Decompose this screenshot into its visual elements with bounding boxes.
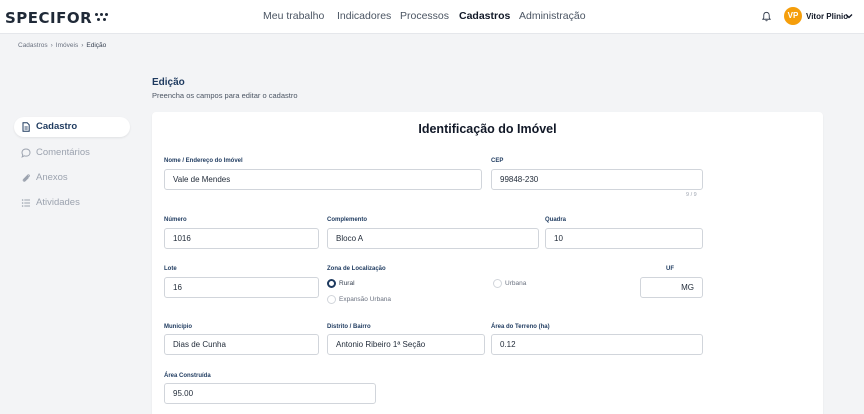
avatar[interactable]: VP xyxy=(784,7,802,25)
distrito-label: Distrito / Bairro xyxy=(327,324,371,330)
radio-checked-icon xyxy=(327,279,336,288)
nav-meu-trabalho[interactable]: Meu trabalho xyxy=(263,10,324,22)
sidebar-item-anexos[interactable]: Anexos xyxy=(14,168,130,188)
radio-unchecked-icon xyxy=(327,295,336,304)
page-subtitle: Preencha os campos para editar o cadastr… xyxy=(152,91,298,100)
main-nav: Meu trabalho Indicadores Processos Cadas… xyxy=(0,10,864,24)
radio-label: Urbana xyxy=(505,280,527,287)
nome-input[interactable] xyxy=(164,169,482,190)
paperclip-icon xyxy=(22,174,30,182)
cep-label: CEP xyxy=(491,158,504,164)
area-terreno-input[interactable] xyxy=(491,334,703,355)
sidebar-item-cadastro[interactable]: Cadastro xyxy=(14,117,130,137)
form-title: Identificação do Imóvel xyxy=(418,122,557,136)
user-name[interactable]: Vitor Plinio xyxy=(806,12,848,21)
zona-label: Zona de Localização xyxy=(327,266,386,272)
municipio-input[interactable] xyxy=(164,334,319,355)
area-construida-label: Área Construída xyxy=(164,373,211,379)
quadra-input[interactable] xyxy=(545,228,703,249)
breadcrumb-edicao: Edição xyxy=(86,42,107,49)
form-card: Identificação do Imóvel Nome / Endereço … xyxy=(152,112,823,414)
nav-processos[interactable]: Processos xyxy=(400,10,449,22)
breadcrumb-separator-icon: › xyxy=(81,42,84,49)
complemento-label: Complemento xyxy=(327,217,368,223)
cep-counter: 9 / 9 xyxy=(686,192,697,198)
document-icon xyxy=(22,122,30,132)
uf-input[interactable] xyxy=(640,277,703,298)
nav-cadastros[interactable]: Cadastros xyxy=(459,10,510,22)
sidebar-item-label: Anexos xyxy=(36,172,68,183)
nav-indicadores[interactable]: Indicadores xyxy=(337,10,391,22)
nome-label: Nome / Endereço do Imóvel xyxy=(164,158,243,164)
distrito-input[interactable] xyxy=(327,334,485,355)
zona-radio-urbana[interactable]: Urbana xyxy=(493,279,526,289)
numero-label: Número xyxy=(164,217,187,223)
page-title: Edição xyxy=(152,77,185,88)
zona-radio-rural[interactable]: Rural xyxy=(327,279,355,289)
zona-radio-expansao-urbana[interactable]: Expansão Urbana xyxy=(327,295,391,305)
lote-label: Lote xyxy=(164,266,177,272)
sidebar-item-label: Cadastro xyxy=(36,121,78,132)
top-bar: SPECIFOR Meu trabalho Indicadores Proces… xyxy=(0,0,864,34)
breadcrumb: Cadastros › Imóveis › Edição xyxy=(18,42,106,49)
uf-label: UF xyxy=(666,266,674,272)
cep-input[interactable] xyxy=(491,169,703,190)
sidebar-item-label: Comentários xyxy=(36,147,90,158)
bell-icon[interactable] xyxy=(761,11,772,22)
radio-label: Rural xyxy=(339,280,355,287)
complemento-input[interactable] xyxy=(327,228,539,249)
municipio-label: Município xyxy=(164,324,192,330)
breadcrumb-separator-icon: › xyxy=(50,42,53,49)
lote-input[interactable] xyxy=(164,277,319,298)
breadcrumb-cadastros[interactable]: Cadastros xyxy=(18,42,48,49)
list-icon xyxy=(21,199,30,207)
sidebar-item-comentarios[interactable]: Comentários xyxy=(14,143,130,163)
nav-administracao[interactable]: Administração xyxy=(519,10,586,22)
area-terreno-label: Área do Terreno (ha) xyxy=(491,324,550,330)
area-construida-input[interactable] xyxy=(164,383,376,404)
chevron-down-icon[interactable] xyxy=(845,13,853,19)
quadra-label: Quadra xyxy=(545,217,567,223)
radio-unchecked-icon xyxy=(493,279,502,288)
radio-label: Expansão Urbana xyxy=(339,296,392,303)
sidebar-item-atividades[interactable]: Atividades xyxy=(14,193,130,213)
chat-icon xyxy=(21,148,31,158)
sidebar-item-label: Atividades xyxy=(36,197,80,208)
numero-input[interactable] xyxy=(164,228,319,249)
breadcrumb-imoveis[interactable]: Imóveis xyxy=(56,42,78,49)
